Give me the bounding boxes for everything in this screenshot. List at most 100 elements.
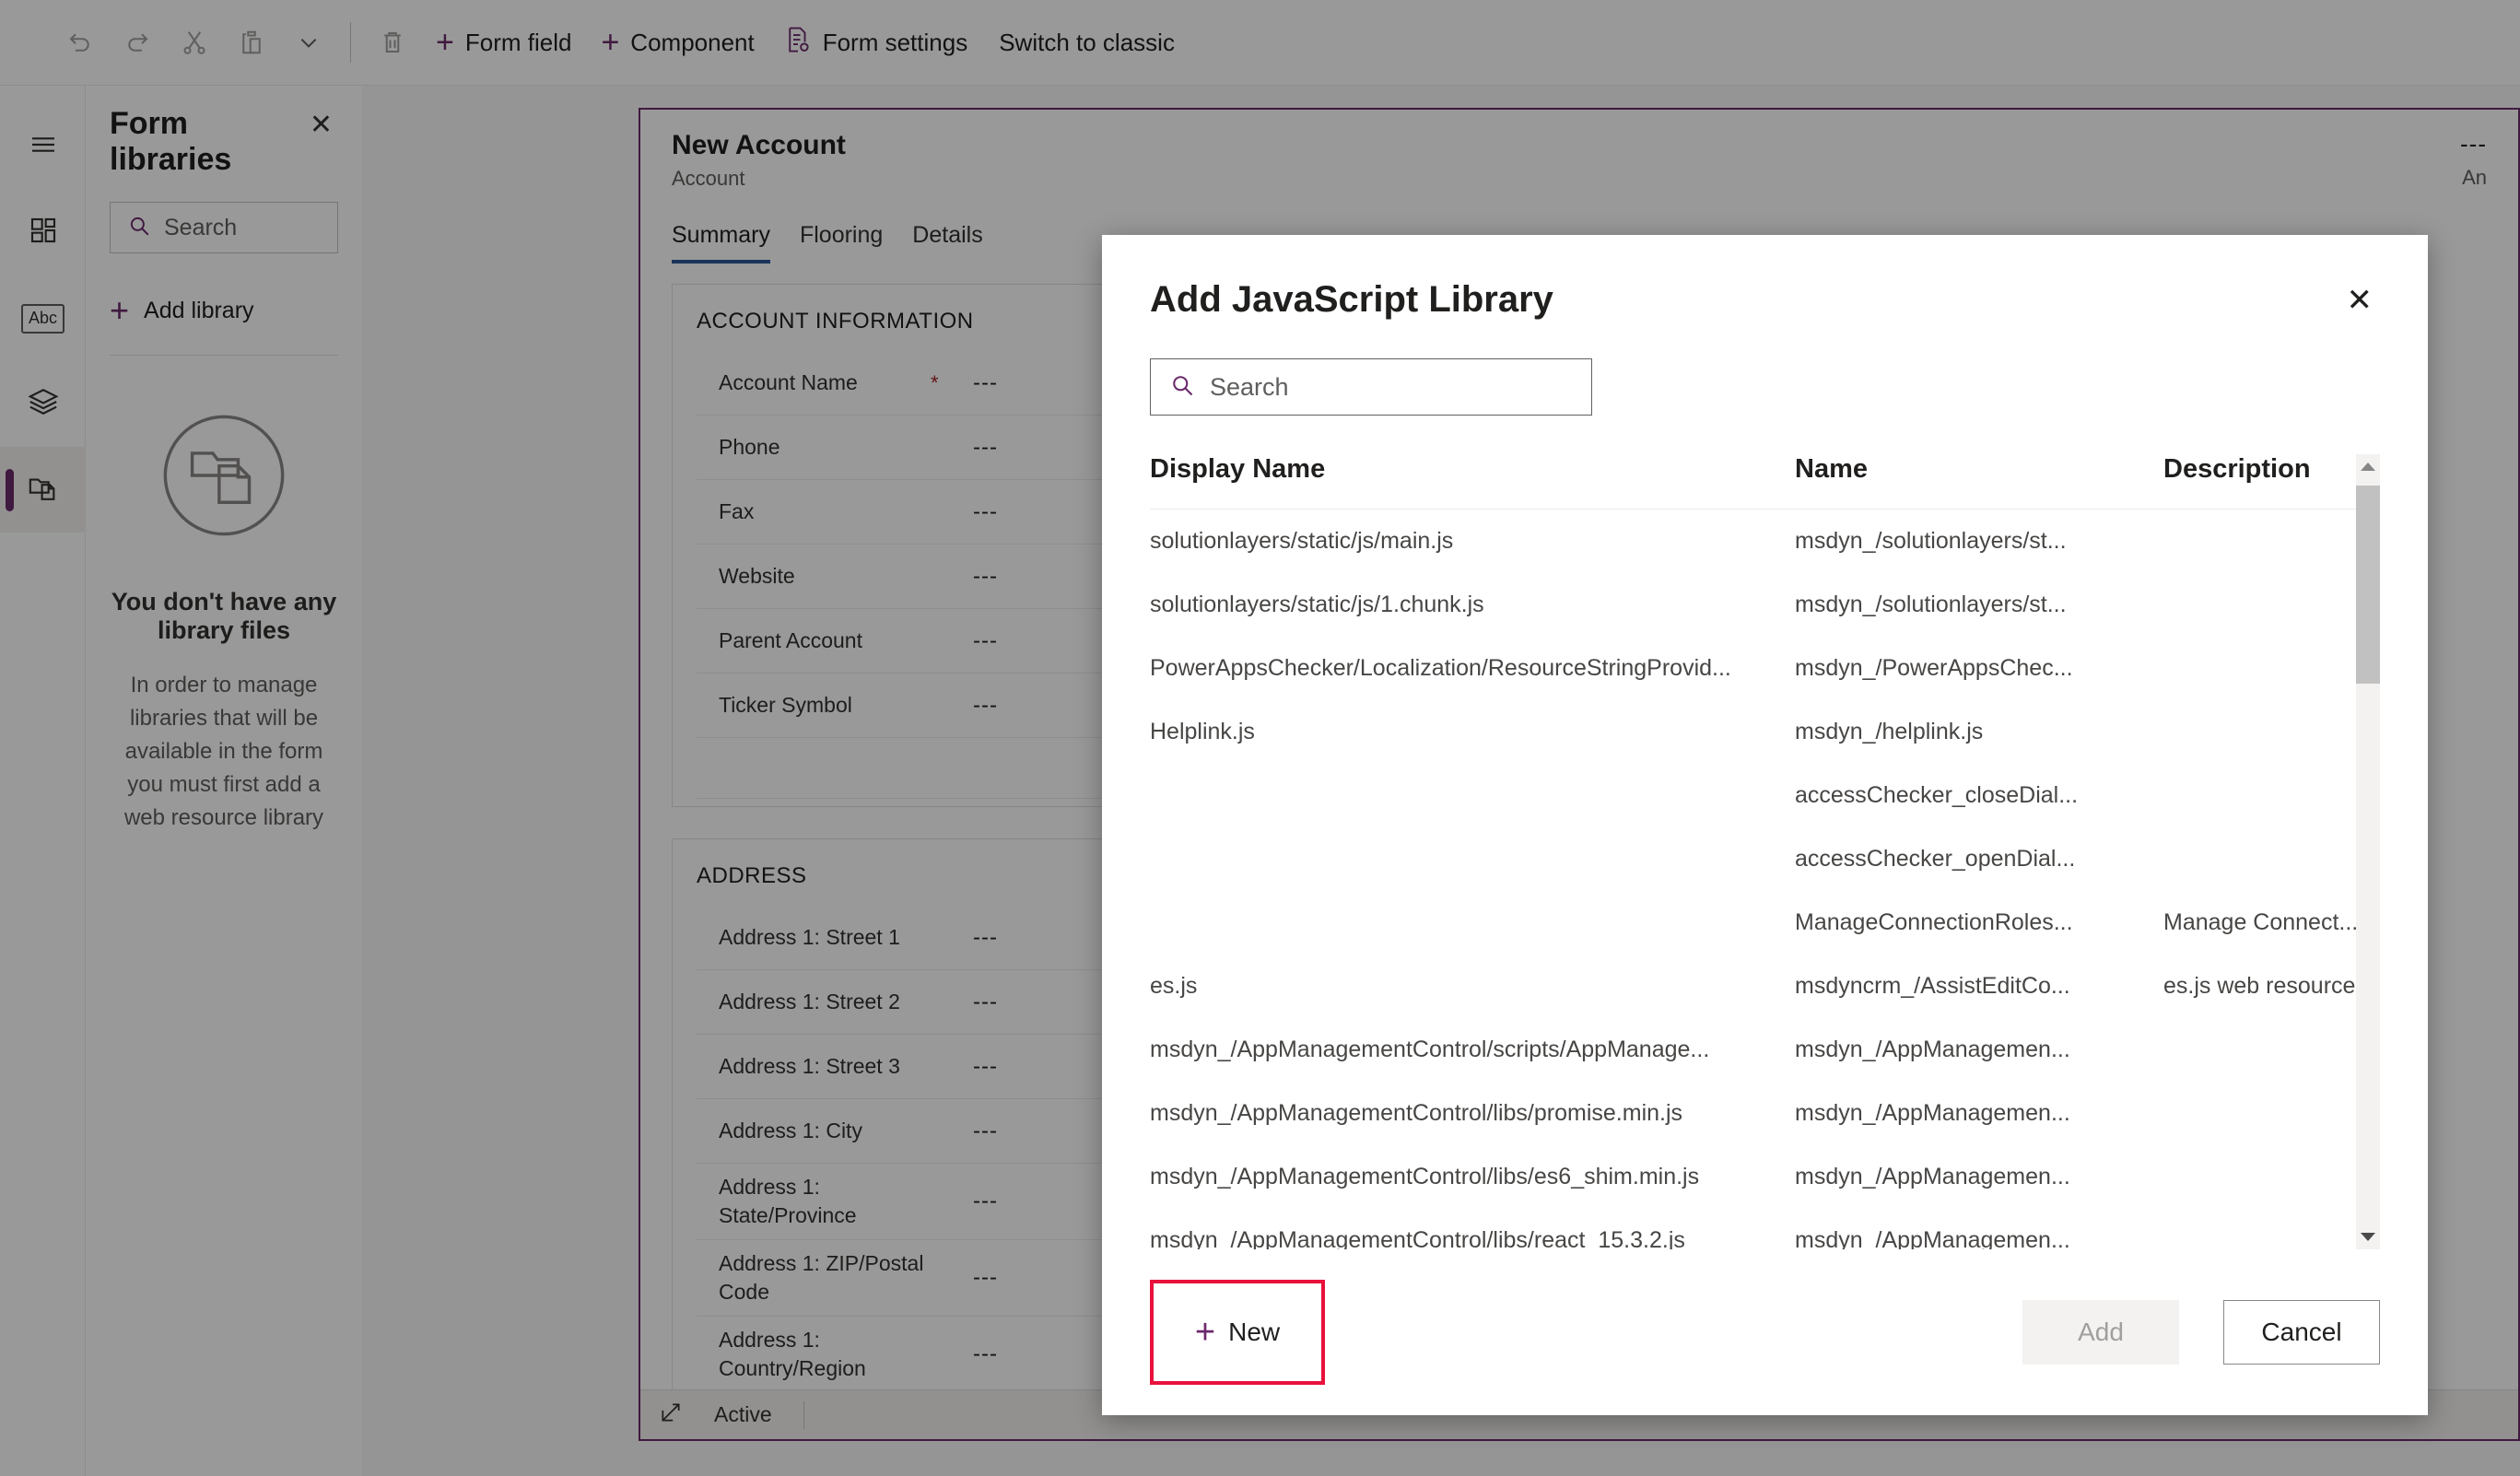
divider [110,355,338,356]
cell-display-name: msdyn_/AppManagementControl/libs/promise… [1150,1100,1683,1126]
sidebar-item-form-libraries[interactable] [0,447,86,533]
field-value: --- [973,1118,998,1143]
scroll-down-arrow-icon[interactable] [2356,1225,2380,1249]
new-button[interactable]: + New [1195,1315,1280,1350]
search-input[interactable]: Search [1150,358,1592,416]
cancel-button[interactable]: Cancel [2223,1300,2380,1365]
table-row[interactable]: es.js msdyncrm_/AssistEditCo... es.js web … [1150,955,2356,1018]
add-button[interactable]: Add [2022,1300,2179,1365]
delete-icon[interactable] [364,14,421,71]
table-row[interactable]: Helplink.js msdyn_/helplink.js [1150,700,2356,764]
field-label: Ticker Symbol [719,692,852,717]
hamburger-icon [29,130,58,164]
cell-name: msdyn_/AppManagemen... [1795,1100,2070,1126]
redo-icon[interactable] [109,14,166,71]
plus-icon: + [1194,1313,1216,1352]
cell-description: es.js web resource. [2163,973,2356,999]
table-row[interactable]: PowerAppsChecker/Localization/ResourceSt… [1150,637,2356,700]
undo-icon[interactable] [52,14,109,71]
form-libraries-icon [28,472,59,508]
cell-description: Manage Connect... [2163,909,2356,935]
table-row[interactable]: msdyn_/AppManagementControl/scripts/AppM… [1150,1018,2356,1082]
form-title: New Account [672,130,846,160]
column-header-name[interactable]: Name [1795,454,2163,510]
switch-to-classic-button[interactable]: Switch to classic [982,14,1190,71]
field-value: --- [973,563,998,589]
cell-display-name: solutionlayers/static/js/1.chunk.js [1150,592,1484,617]
layers-icon [27,386,59,422]
tab-flooring[interactable]: Flooring [800,222,883,264]
form-settings-button[interactable]: Form settings [769,14,983,71]
close-icon[interactable]: ✕ [2339,279,2381,322]
plus-icon: + [110,291,130,329]
table-row[interactable]: msdyn_/AppManagementControl/libs/es6_shi… [1150,1145,2356,1209]
table-body: solutionlayers/static/js/main.js msdyn_/s… [1150,510,2356,1249]
chevron-down-icon[interactable] [280,14,337,71]
table-row[interactable]: solutionlayers/static/js/1.chunk.js msdyn… [1150,573,2356,637]
field-value: --- [973,989,998,1014]
open-in-new-icon[interactable] [659,1400,683,1429]
form-subtitle: Account [672,167,745,190]
divider [803,1400,804,1429]
scrollbar-track[interactable] [2356,478,2380,1225]
field-value: --- [973,692,998,718]
form-libraries-pane: Form libraries ✕ Search + Add library Yo… [86,86,362,1476]
table-row[interactable]: solutionlayers/static/js/main.js msdyn_/s… [1150,510,2356,574]
cell-name: msdyn_/solutionlayers/st... [1795,592,2067,617]
cell-display-name: msdyn_/AppManagementControl/libs/es6_shi… [1150,1164,1700,1189]
field-value: --- [973,434,998,460]
field-value: --- [973,924,998,950]
field-value: --- [973,1341,998,1367]
table-row[interactable]: ManageConnectionRoles... Manage Connect..… [1150,891,2356,955]
table-row[interactable]: msdyn_/AppManagementControl/libs/promise… [1150,1082,2356,1145]
web-resource-table-area: Display Name Name Description solutionla… [1150,454,2380,1249]
add-library-button[interactable]: + Add library [110,287,338,334]
libraries-search-placeholder: Search [164,214,238,240]
status-badge: Active [714,1402,772,1426]
cell-description [2163,1145,2356,1209]
form-field-label: Form field [464,28,572,56]
component-button[interactable]: + Component [586,14,768,71]
table-row[interactable]: msdyn_/AppManagementControl/libs/react_1… [1150,1209,2356,1249]
scrollbar-thumb[interactable] [2356,486,2380,684]
form-field-button[interactable]: + Form field [421,14,586,71]
sidebar-item-fields[interactable]: Abc [0,275,86,361]
cell-display-name: msdyn_/AppManagementControl/libs/react_1… [1150,1227,1685,1249]
tab-details[interactable]: Details [912,222,982,264]
column-header-display-name[interactable]: Display Name [1150,454,1795,510]
plus-icon: + [436,25,454,60]
sidebar-item-treeview[interactable] [0,361,86,447]
table-row[interactable]: accessChecker_closeDial... [1150,764,2356,827]
add-library-label: Add library [144,297,254,323]
switch-to-classic-label: Switch to classic [999,28,1175,56]
cell-description [2163,637,2356,700]
tab-summary[interactable]: Summary [672,222,770,264]
field-value: --- [973,1189,998,1214]
search-icon [127,214,151,242]
paste-icon[interactable] [223,14,280,71]
table-row[interactable]: accessChecker_openDial... [1150,827,2356,891]
cell-name: msdyn_/AppManagemen... [1795,1037,2070,1062]
cell-name: msdyn_/PowerAppsChec... [1795,655,2073,681]
cell-description [2163,1209,2356,1249]
cell-name: msdyn_/helplink.js [1795,719,1984,744]
web-resource-table: Display Name Name Description solutionla… [1150,454,2356,1249]
cell-name: msdyn_/AppManagemen... [1795,1227,2070,1249]
cell-display-name: es.js [1150,973,1198,999]
empty-state-title: You don't have any library files [111,588,337,644]
empty-folder-icon [110,396,338,555]
field-label: Parent Account [719,627,862,652]
cell-description [2163,827,2356,891]
close-icon[interactable]: ✕ [304,106,338,145]
scroll-up-arrow-icon[interactable] [2356,454,2380,478]
table-scrollbar[interactable] [2356,454,2380,1249]
sidebar-item-components[interactable] [0,190,86,275]
sidebar-item-menu[interactable] [0,104,86,190]
libraries-search-input[interactable]: Search [110,202,338,253]
field-label: Address 1: ZIP/Postal Code [719,1251,924,1305]
form-libraries-header: Form libraries ✕ [110,86,338,178]
plus-icon: + [601,25,620,60]
field-label: Address 1: Street 1 [719,924,900,949]
cut-icon[interactable] [166,14,223,71]
column-header-description[interactable]: Description [2163,454,2356,510]
